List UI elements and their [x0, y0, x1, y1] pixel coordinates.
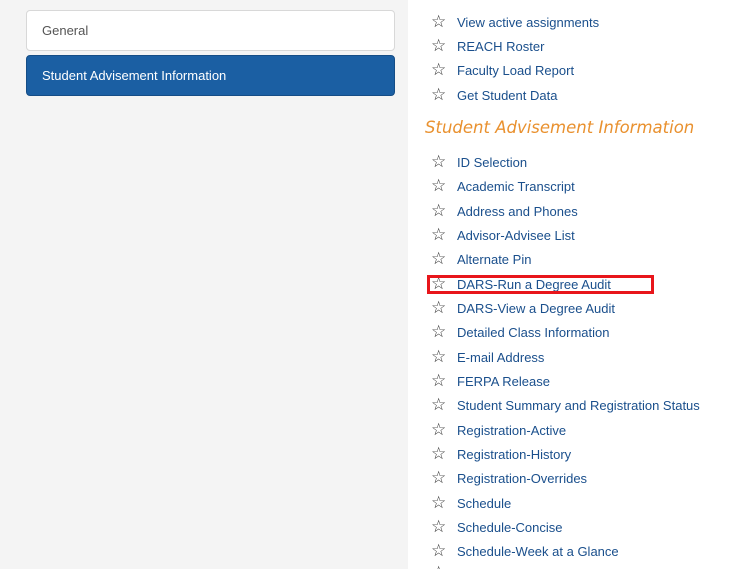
list-item[interactable]: ☆ ID Selection — [431, 151, 527, 173]
list-item[interactable]: ☆ Get Student Data — [431, 84, 557, 106]
star-outline-icon[interactable]: ☆ — [431, 564, 451, 569]
star-outline-icon[interactable]: ☆ — [431, 518, 451, 536]
star-outline-icon[interactable]: ☆ — [431, 37, 451, 55]
list-item[interactable]: ☆ Schedule — [431, 492, 511, 514]
link-schedule-week-at-a-glance[interactable]: Schedule-Week at a Glance — [457, 544, 619, 559]
link-address-and-phones[interactable]: Address and Phones — [457, 204, 578, 219]
star-outline-icon[interactable]: ☆ — [431, 226, 451, 244]
list-item[interactable]: ☆ DARS-View a Degree Audit — [431, 297, 615, 319]
link-view-active-assignments[interactable]: View active assignments — [457, 15, 599, 30]
list-item[interactable]: ☆ Advisor-Advisee List — [431, 224, 575, 246]
sidebar-item-student-advisement[interactable]: Student Advisement Information — [26, 55, 395, 96]
link-faculty-load-report[interactable]: Faculty Load Report — [457, 63, 574, 78]
link-student-summary-registration-status[interactable]: Student Summary and Registration Status — [457, 398, 700, 413]
link-dars-run-degree-audit[interactable]: DARS-Run a Degree Audit — [457, 277, 611, 292]
star-outline-icon[interactable]: ☆ — [431, 445, 451, 463]
sidebar: General Student Advisement Information — [0, 0, 408, 569]
link-detailed-class-information[interactable]: Detailed Class Information — [457, 325, 609, 340]
star-outline-icon[interactable]: ☆ — [431, 469, 451, 487]
link-schedule[interactable]: Schedule — [457, 496, 511, 511]
sidebar-item-label: Student Advisement Information — [42, 68, 227, 83]
links-panel: ☆ View active assignments ☆ REACH Roster… — [408, 0, 746, 569]
list-item[interactable]: ☆ DARS-Run a Degree Audit — [431, 273, 611, 295]
star-outline-icon[interactable]: ☆ — [431, 542, 451, 560]
list-item[interactable]: ☆ Academic Transcript — [431, 175, 575, 197]
star-outline-icon[interactable]: ☆ — [431, 275, 451, 293]
section-title: Student Advisement Information — [425, 118, 695, 137]
star-outline-icon[interactable]: ☆ — [431, 61, 451, 79]
link-schedule-concise[interactable]: Schedule-Concise — [457, 520, 563, 535]
star-outline-icon[interactable]: ☆ — [431, 348, 451, 366]
star-outline-icon[interactable]: ☆ — [431, 421, 451, 439]
star-outline-icon[interactable]: ☆ — [431, 372, 451, 390]
list-item[interactable]: ☆ Address and Phones — [431, 200, 578, 222]
list-item[interactable]: ☆ Detailed Class Information — [431, 321, 609, 343]
star-outline-icon[interactable]: ☆ — [431, 299, 451, 317]
link-academic-transcript[interactable]: Academic Transcript — [457, 179, 575, 194]
list-item[interactable]: ☆ Registration-Active — [431, 419, 566, 441]
list-item[interactable]: ☆ REACH Roster — [431, 35, 544, 57]
list-item[interactable]: ☆ Alternate Pin — [431, 248, 531, 270]
link-reach-roster[interactable]: REACH Roster — [457, 39, 544, 54]
star-outline-icon[interactable]: ☆ — [431, 86, 451, 104]
star-outline-icon[interactable]: ☆ — [431, 13, 451, 31]
star-outline-icon[interactable]: ☆ — [431, 323, 451, 341]
list-item[interactable]: ☆ Faculty Load Report — [431, 59, 574, 81]
star-outline-icon[interactable]: ☆ — [431, 177, 451, 195]
link-registration-overrides[interactable]: Registration-Overrides — [457, 471, 587, 486]
star-outline-icon[interactable]: ☆ — [431, 202, 451, 220]
link-registration-history[interactable]: Registration-History — [457, 447, 571, 462]
list-item[interactable]: ☆ FERPA Release — [431, 370, 550, 392]
list-item[interactable]: ☆ Schedule-Concise — [431, 516, 563, 538]
list-item[interactable]: ☆ Student Summary and Registration Statu… — [431, 394, 700, 416]
sidebar-item-general[interactable]: General — [26, 10, 395, 51]
star-outline-icon[interactable]: ☆ — [431, 494, 451, 512]
list-item[interactable]: ☆ Registration-History — [431, 443, 571, 465]
link-ferpa-release[interactable]: FERPA Release — [457, 374, 550, 389]
link-id-selection[interactable]: ID Selection — [457, 155, 527, 170]
list-item[interactable]: ☆ — [431, 562, 451, 569]
list-item[interactable]: ☆ Registration-Overrides — [431, 467, 587, 489]
list-item[interactable]: ☆ Schedule-Week at a Glance — [431, 540, 619, 562]
star-outline-icon[interactable]: ☆ — [431, 250, 451, 268]
list-item[interactable]: ☆ View active assignments — [431, 11, 599, 33]
star-outline-icon[interactable]: ☆ — [431, 153, 451, 171]
list-item[interactable]: ☆ E-mail Address — [431, 346, 544, 368]
sidebar-item-label: General — [42, 23, 89, 38]
link-get-student-data[interactable]: Get Student Data — [457, 88, 557, 103]
link-dars-view-degree-audit[interactable]: DARS-View a Degree Audit — [457, 301, 615, 316]
link-registration-active[interactable]: Registration-Active — [457, 423, 566, 438]
link-email-address[interactable]: E-mail Address — [457, 350, 544, 365]
link-alternate-pin[interactable]: Alternate Pin — [457, 252, 531, 267]
link-advisor-advisee-list[interactable]: Advisor-Advisee List — [457, 228, 575, 243]
star-outline-icon[interactable]: ☆ — [431, 396, 451, 414]
